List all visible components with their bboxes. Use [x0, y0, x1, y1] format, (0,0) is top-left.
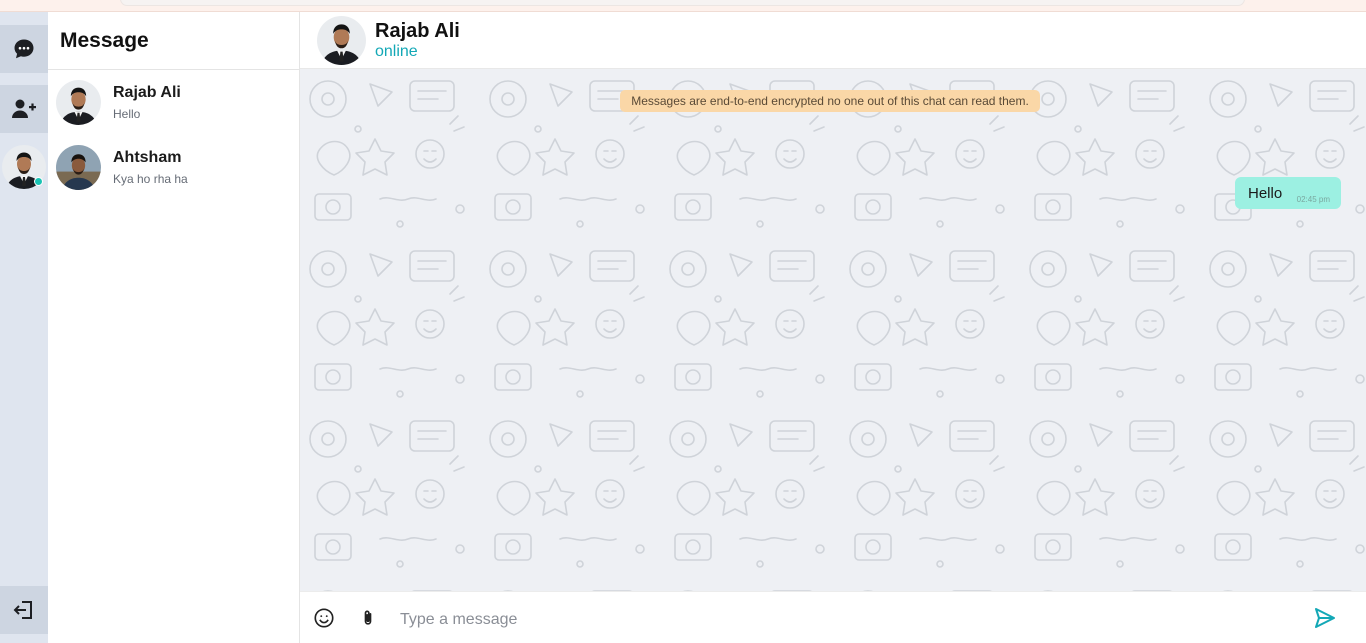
chat-panel: Rajab Ali online Messages are end-to-end… [300, 12, 1366, 643]
contact-text: Rajab Ali Hello [113, 84, 181, 121]
logout-button[interactable] [0, 586, 48, 634]
avatar [56, 80, 101, 125]
contact-last-message: Kya ho rha ha [113, 172, 188, 186]
contacts-panel: Message Rajab Ali Hello Ahtsham Kya ho r… [48, 12, 300, 643]
avatar[interactable] [317, 15, 366, 65]
message-text: Hello [1248, 185, 1283, 202]
contact-item[interactable]: Ahtsham Kya ho rha ha [48, 135, 299, 200]
outgoing-message[interactable]: Hello 02:45 pm [1235, 177, 1341, 209]
encryption-notice: Messages are end-to-end encrypted no one… [620, 90, 1040, 112]
message-composer [300, 591, 1366, 643]
logout-icon [13, 601, 32, 619]
contact-name: Rajab Ali [113, 84, 181, 101]
message-time: 02:45 pm [1296, 195, 1330, 204]
contact-name: Ahtsham [113, 149, 182, 166]
online-indicator [34, 177, 43, 186]
send-button[interactable] [1313, 606, 1337, 630]
emoji-icon [314, 608, 334, 628]
chats-button[interactable] [0, 25, 48, 73]
chat-contact-name: Rajab Ali [375, 19, 460, 42]
contact-last-message: Hello [113, 107, 141, 121]
side-rail [0, 12, 48, 643]
add-contact-button[interactable] [0, 85, 48, 133]
chat-bubble-icon [14, 39, 34, 59]
wallpaper-doodle [300, 69, 1366, 591]
chat-header: Rajab Ali online [300, 12, 1366, 69]
chat-messages-area[interactable]: Messages are end-to-end encrypted no one… [300, 69, 1366, 591]
chat-contact-info: Rajab Ali online [375, 20, 460, 61]
chat-status: online [375, 42, 418, 60]
send-icon [1315, 608, 1335, 628]
contacts-header: Message [48, 12, 299, 70]
contact-text: Ahtsham Kya ho rha ha [113, 149, 188, 186]
emoji-button[interactable] [312, 606, 336, 630]
panel-title: Message [60, 28, 149, 52]
browser-top-strip [0, 0, 1366, 12]
top-pill [120, 0, 1245, 6]
profile-avatar[interactable] [2, 145, 46, 189]
contact-item[interactable]: Rajab Ali Hello [48, 70, 299, 135]
avatar [56, 145, 101, 190]
add-user-icon [12, 99, 36, 118]
paperclip-icon [364, 610, 372, 625]
message-input[interactable] [400, 606, 1280, 634]
attach-button[interactable] [356, 606, 380, 630]
